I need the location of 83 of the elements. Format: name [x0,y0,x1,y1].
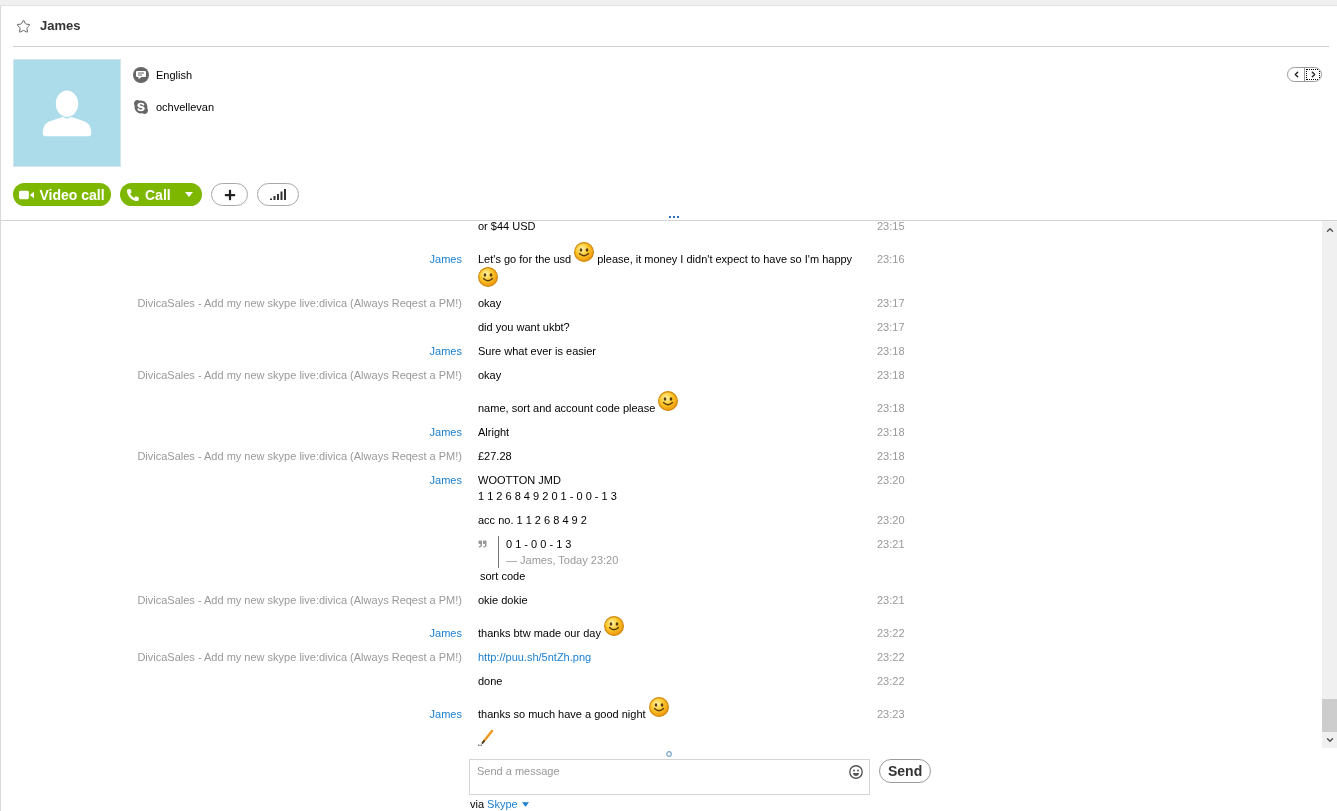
message-time: 23:20 [877,473,905,488]
sender-name: James [429,252,462,267]
message-time: 23:18 [877,344,905,359]
message-time: 23:22 [877,674,905,689]
message-text: okay [478,369,502,381]
message-text: sort code [480,570,526,582]
quote-attribution: — James, Today 23:20 [506,553,619,568]
message-text: okie dokie [478,594,528,606]
call-quality-button[interactable] [257,183,299,206]
emoji-button[interactable] [849,765,863,779]
message-text: thanks btw made our day [478,627,601,639]
message-time: 23:18 [877,368,905,383]
sender-name: James [429,626,462,641]
smiley-icon [648,697,669,717]
message-text: 1 1 2 6 8 4 9 2 0 1 - 0 0 - 1 3 [478,490,617,502]
message-time: 23:15 [877,221,905,234]
add-button[interactable] [211,183,248,206]
quote-text: 0 1 - 0 0 - 1 3 [506,537,573,552]
skype-icon [133,99,149,115]
sender-name: James [429,425,462,440]
phone-icon [127,188,139,201]
smiley-icon [574,242,595,262]
video-camera-icon [19,189,35,200]
message-text: WOOTTON JMD [478,474,561,486]
message-text: did you want ukbt? [478,321,570,333]
send-button[interactable]: Send [879,759,932,783]
message-time: 23:18 [877,425,905,440]
caret-down-icon [521,801,529,807]
sender-name: DivicaSales - Add my new skype live:divica (Always Reqest a PM!) [137,296,462,311]
call-button[interactable]: Call [120,183,202,206]
chevron-up-icon[interactable] [1324,225,1335,235]
sender-name: James [429,473,462,488]
message-time: 23:18 [877,401,905,416]
message-time: 23:22 [877,626,905,641]
message-text: done [478,675,503,687]
message-text: name, sort and account code please [478,402,656,414]
smiley-icon [658,391,679,411]
signal-bars-icon [270,189,286,200]
message-text: acc no. 1 1 2 6 8 4 9 2 [478,514,587,526]
chevron-down-icon[interactable] [1324,735,1335,745]
message-time: 23:16 [877,252,905,267]
caret-down-icon [185,192,193,197]
speech-bubble-icon [133,67,149,83]
smiley-icon [478,267,498,287]
profile-detail: ochvellevan [156,100,215,115]
message-time: 23:22 [877,650,905,665]
video-call-button[interactable]: Video call [13,183,111,206]
resize-handle-icon[interactable] [666,751,672,757]
message-time: 23:17 [877,296,905,311]
sender-name: James [429,707,462,722]
message-text: or $44 USD [478,221,536,232]
sender-name: DivicaSales - Add my new skype live:divica (Always Reqest a PM!) [137,593,462,608]
sender-name: James [429,344,462,359]
next-button[interactable] [1305,68,1321,81]
service-selector[interactable]: Skype [487,797,529,811]
message-time: 23:20 [877,513,905,528]
sender-name: DivicaSales - Add my new skype live:divica (Always Reqest a PM!) [137,650,462,665]
message-time: 23:21 [877,537,905,552]
scrollbar-thumb[interactable] [1322,699,1337,732]
message-text: Let's go for the usd [478,253,572,265]
contact-name: James [40,18,81,34]
plus-icon [223,188,236,201]
link[interactable]: http://puu.sh/5ntZh.png [478,651,592,663]
message-input[interactable]: Send a message [469,759,870,795]
profile-detail: English [156,68,193,83]
message-time: 23:18 [877,449,905,464]
sender-name: DivicaSales - Add my new skype live:divica (Always Reqest a PM!) [137,449,462,464]
sender-name: DivicaSales - Add my new skype live:divica (Always Reqest a PM!) [137,368,462,383]
message-time: 23:21 [877,593,905,608]
message-text: Alright [478,426,510,438]
message-time: 23:23 [877,707,905,722]
message-text: thanks so much have a good night [478,708,646,720]
smiley-face-icon [849,765,863,779]
message-text: please, it money I didn't expect to have so I'm happy [597,253,853,265]
quote-icon [478,540,487,548]
star-icon[interactable] [16,18,31,34]
via-label: via [470,797,485,811]
message-text: Sure what ever is easier [478,345,596,357]
scrollbar[interactable] [1322,221,1337,748]
message-time: 23:17 [877,320,905,335]
smiley-icon [603,616,624,636]
message-text: £27.28 [478,450,512,462]
message-text: okay [478,297,502,309]
